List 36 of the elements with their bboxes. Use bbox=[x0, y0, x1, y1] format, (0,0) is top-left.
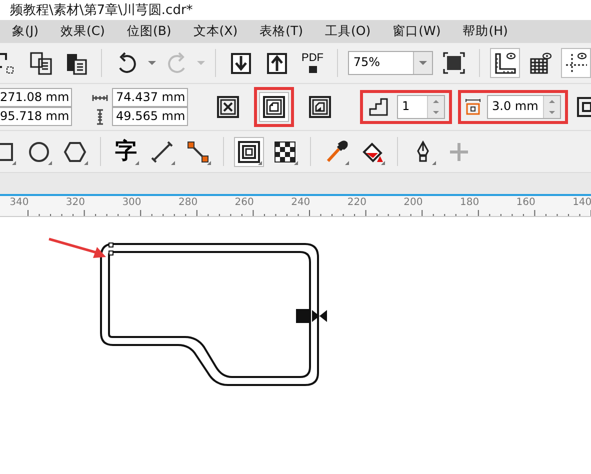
ruler-label: 200 bbox=[402, 196, 424, 210]
menu-item[interactable]: 窗口(W) bbox=[384, 23, 455, 40]
menu-item[interactable]: 表格(T) bbox=[252, 23, 317, 40]
contour-handle[interactable] bbox=[296, 309, 327, 323]
ruler-label: 280 bbox=[177, 196, 199, 210]
ruler-label: 240 bbox=[290, 196, 312, 210]
menu-item[interactable]: 工具(O) bbox=[317, 23, 385, 40]
rulers-icon[interactable] bbox=[490, 48, 520, 78]
contour-tool-icon[interactable] bbox=[234, 136, 264, 166]
ruler-label: 220 bbox=[346, 196, 368, 210]
width-field[interactable]: 74.437 mm bbox=[112, 88, 188, 107]
publish-pdf-button[interactable]: PDF bbox=[298, 48, 328, 78]
ruler-label: 140 bbox=[572, 196, 591, 210]
annotation-arrow bbox=[48, 238, 106, 258]
offset-field[interactable]: 3.0 mm bbox=[487, 95, 561, 119]
ruler-label: 260 bbox=[234, 196, 255, 210]
ruler-label: 160 bbox=[515, 196, 536, 210]
y-position-field[interactable]: 95.718 mm bbox=[0, 107, 72, 126]
x-position-field[interactable]: 271.08 mm bbox=[0, 88, 72, 107]
ruler-label: 320 bbox=[64, 196, 86, 210]
menu-item[interactable]: 帮助(H) bbox=[454, 23, 522, 40]
menu-item[interactable]: 效果(C) bbox=[52, 23, 119, 40]
steps-field[interactable]: 1 bbox=[397, 95, 445, 119]
offset-icon bbox=[465, 99, 481, 115]
menu-item[interactable]: 位图(B) bbox=[118, 23, 186, 40]
ruler-label: 180 bbox=[458, 196, 480, 210]
menu-item[interactable]: 象(J) bbox=[4, 23, 52, 40]
zoom-level-combo[interactable]: 75% bbox=[348, 51, 434, 75]
guidelines-icon[interactable] bbox=[561, 48, 591, 78]
dropdown-caret-icon[interactable] bbox=[148, 61, 156, 65]
ruler-label: 340 bbox=[8, 196, 30, 210]
height-field[interactable]: 49.565 mm bbox=[112, 107, 188, 126]
ruler-label: 300 bbox=[121, 196, 142, 210]
menu-item[interactable]: 文本(X) bbox=[185, 23, 252, 40]
window-title: 频教程\素材\第7章\川芎圆.cdr* bbox=[10, 2, 193, 19]
text-tool-button[interactable]: 字 bbox=[111, 136, 141, 166]
